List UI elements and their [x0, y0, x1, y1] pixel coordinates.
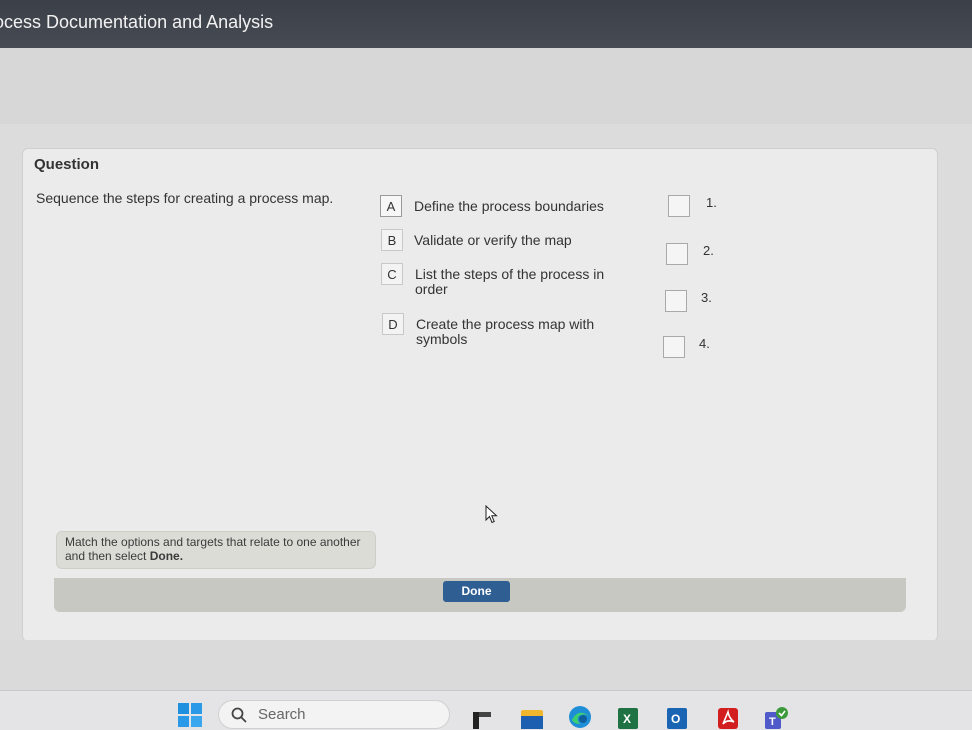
option-b-letter[interactable]: B [381, 229, 403, 251]
option-c-text[interactable]: List the steps of the process in order [415, 267, 615, 297]
content-header-area [0, 48, 972, 124]
target-3-label: 3. [701, 290, 712, 305]
option-c-letter[interactable]: C [381, 263, 403, 285]
target-4-label: 4. [699, 336, 710, 351]
teams-icon[interactable]: T [764, 704, 788, 729]
option-d-letter[interactable]: D [382, 313, 404, 335]
instruction-text: Match the options and targets that relat… [65, 535, 361, 563]
start-icon[interactable] [177, 702, 203, 728]
file-explorer-icon[interactable] [470, 704, 494, 729]
option-b-text[interactable]: Validate or verify the map [414, 233, 614, 248]
taskbar-search-label: Search [258, 706, 306, 723]
instruction-emphasis: Done. [149, 549, 184, 563]
question-prompt: Sequence the steps for creating a proces… [36, 190, 334, 206]
target-1-box[interactable] [668, 195, 690, 217]
outlook-icon[interactable]: O [665, 704, 689, 729]
excel-icon[interactable]: X [616, 704, 640, 729]
svg-text:X: X [623, 712, 631, 726]
taskbar-search-box[interactable] [218, 700, 450, 729]
window-title: ocess Documentation and Analysis [0, 12, 274, 32]
target-3-box[interactable] [665, 290, 687, 312]
acrobat-icon[interactable] [716, 704, 740, 729]
mouse-cursor-icon [485, 505, 498, 524]
option-a-text[interactable]: Define the process boundaries [414, 199, 614, 214]
target-4-box[interactable] [663, 336, 685, 358]
svg-text:T: T [769, 716, 776, 728]
target-1-label: 1. [706, 195, 717, 210]
question-heading: Question [34, 156, 100, 173]
instruction-note: Match the options and targets that relat… [56, 531, 376, 569]
file-manager-icon[interactable] [520, 704, 544, 729]
target-2-box[interactable] [666, 243, 688, 265]
target-2-label: 2. [703, 243, 714, 258]
page-bottom-area [0, 640, 972, 690]
title-bar: ocess Documentation and Analysis [0, 0, 972, 48]
done-button[interactable]: Done [443, 581, 510, 602]
option-d-text[interactable]: Create the process map with symbols [416, 317, 616, 347]
svg-text:O: O [671, 712, 680, 726]
edge-icon[interactable] [568, 704, 592, 729]
option-a-letter[interactable]: A [380, 195, 402, 217]
search-icon [231, 707, 247, 723]
